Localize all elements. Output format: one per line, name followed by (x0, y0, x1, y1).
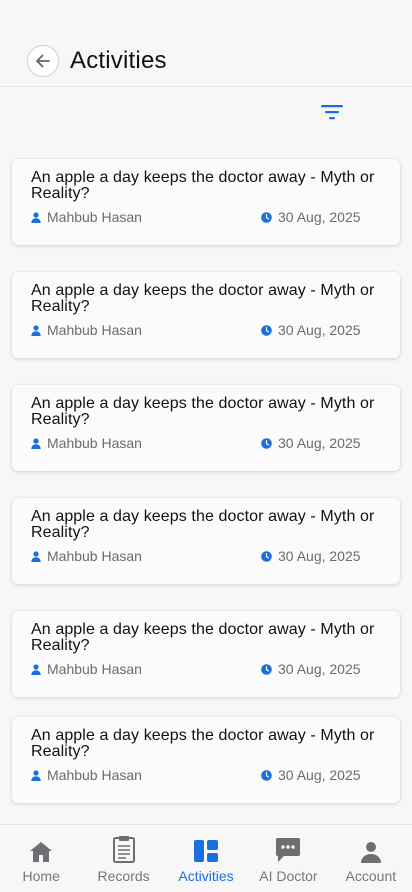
date-text: 30 Aug, 2025 (278, 661, 361, 677)
activity-card[interactable]: An apple a day keeps the doctor away - M… (12, 717, 400, 803)
nav-item-home[interactable]: Home (0, 825, 82, 892)
person-icon (31, 437, 41, 449)
activity-author: Mahbub Hasan (31, 322, 142, 338)
activity-date: 30 Aug, 2025 (261, 209, 361, 225)
home-icon (29, 835, 53, 863)
account-icon (360, 835, 382, 863)
nav-label: Records (97, 868, 150, 884)
author-name: Mahbub Hasan (47, 435, 142, 451)
person-icon (31, 550, 41, 562)
activity-title: An apple a day keeps the doctor away - M… (31, 727, 375, 760)
activity-date: 30 Aug, 2025 (261, 435, 361, 451)
clock-icon (261, 324, 272, 336)
activity-card[interactable]: An apple a day keeps the doctor away - M… (12, 272, 400, 358)
nav-label: Home (22, 868, 60, 884)
person-icon (31, 324, 41, 336)
person-icon (31, 211, 41, 223)
author-name: Mahbub Hasan (47, 661, 142, 677)
activity-author: Mahbub Hasan (31, 548, 142, 564)
activity-title: An apple a day keeps the doctor away - M… (31, 282, 375, 315)
activity-card[interactable]: An apple a day keeps the doctor away - M… (12, 611, 400, 697)
date-text: 30 Aug, 2025 (278, 209, 361, 225)
activity-card[interactable]: An apple a day keeps the doctor away - M… (12, 159, 400, 245)
activity-card[interactable]: An apple a day keeps the doctor away - M… (12, 498, 400, 584)
author-name: Mahbub Hasan (47, 767, 142, 783)
nav-item-ai-doctor[interactable]: AI Doctor (247, 825, 329, 892)
filter-icon (321, 105, 343, 120)
chat-icon (275, 835, 301, 863)
date-text: 30 Aug, 2025 (278, 767, 361, 783)
person-icon (31, 663, 41, 675)
nav-label: AI Doctor (259, 868, 318, 884)
activity-author: Mahbub Hasan (31, 767, 142, 783)
activity-author: Mahbub Hasan (31, 435, 142, 451)
filter-button[interactable] (318, 100, 346, 124)
date-text: 30 Aug, 2025 (278, 322, 361, 338)
records-icon (112, 835, 136, 863)
back-button[interactable] (27, 45, 59, 77)
clock-icon (261, 437, 272, 449)
nav-item-activities[interactable]: Activities (165, 825, 247, 892)
activity-title: An apple a day keeps the doctor away - M… (31, 508, 375, 541)
nav-item-records[interactable]: Records (82, 825, 164, 892)
page-title: Activities (70, 47, 167, 74)
activity-date: 30 Aug, 2025 (261, 767, 361, 783)
activity-title: An apple a day keeps the doctor away - M… (31, 395, 375, 428)
clock-icon (261, 769, 272, 781)
date-text: 30 Aug, 2025 (278, 435, 361, 451)
app-header: Activities (0, 0, 412, 87)
clock-icon (261, 211, 272, 223)
activity-date: 30 Aug, 2025 (261, 322, 361, 338)
person-icon (31, 769, 41, 781)
author-name: Mahbub Hasan (47, 322, 142, 338)
activity-date: 30 Aug, 2025 (261, 548, 361, 564)
bottom-navigation: Home Records Activities AI Doctor Accoun… (0, 824, 412, 892)
author-name: Mahbub Hasan (47, 548, 142, 564)
clock-icon (261, 550, 272, 562)
activity-author: Mahbub Hasan (31, 209, 142, 225)
nav-label: Account (345, 868, 397, 884)
author-name: Mahbub Hasan (47, 209, 142, 225)
nav-item-account[interactable]: Account (330, 825, 412, 892)
activity-card[interactable]: An apple a day keeps the doctor away - M… (12, 385, 400, 471)
activity-author: Mahbub Hasan (31, 661, 142, 677)
clock-icon (261, 663, 272, 675)
activity-title: An apple a day keeps the doctor away - M… (31, 621, 375, 654)
date-text: 30 Aug, 2025 (278, 548, 361, 564)
arrow-left-icon (36, 54, 50, 68)
activities-icon (193, 835, 219, 863)
activity-title: An apple a day keeps the doctor away - M… (31, 169, 375, 202)
activity-date: 30 Aug, 2025 (261, 661, 361, 677)
nav-label: Activities (178, 868, 234, 884)
